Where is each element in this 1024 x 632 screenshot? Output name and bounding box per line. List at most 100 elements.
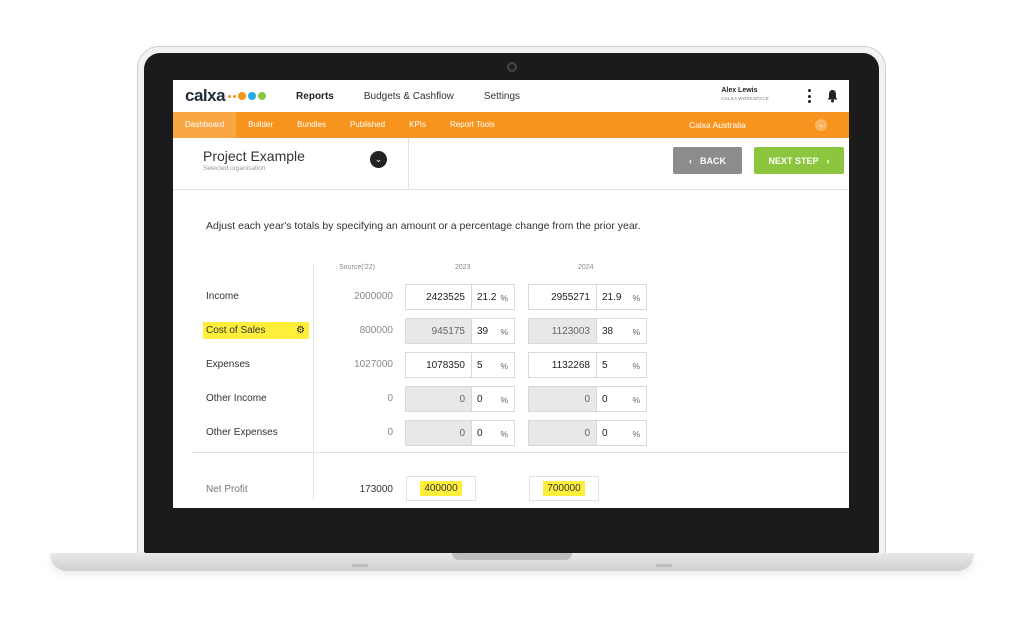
gear-icon[interactable]: ⚙ [296,325,305,336]
percent-input-2023[interactable]: 39% [472,318,515,344]
project-bar: Project Example Selected organisation ⌄ … [173,138,849,190]
laptop-notch [452,553,572,560]
logo-dots-icon [228,92,267,100]
subnav-report-tools[interactable]: Report Tools [438,112,507,138]
nav-settings[interactable]: Settings [484,91,520,102]
camera-icon [507,62,517,72]
more-menu-icon[interactable] [807,89,811,103]
amount-input-2023[interactable]: 0 [405,386,472,412]
amount-input-2023[interactable]: 1078350 [405,352,472,378]
percent-value: 21.9 [602,292,622,303]
calxa-logo[interactable]: calxa [185,86,267,106]
main-nav: Reports Budgets & Cashflow Settings [296,91,520,102]
sub-nav: Dashboard Builder Bundles Published KPIs… [173,112,849,138]
subnav-dashboard[interactable]: Dashboard [173,112,237,138]
header-2023: 2023 [455,264,471,271]
net-profit-2023: 400000 [406,476,476,501]
project-selector: Project Example Selected organisation ⌄ [173,138,409,189]
app-screen: calxa Reports Budgets & Cashflow Setting… [173,80,849,508]
percent-symbol: % [500,327,508,337]
percent-symbol: % [632,361,640,371]
source-value: 800000 [359,325,393,336]
percent-value: 0 [602,394,608,405]
header-2024: 2024 [578,264,594,271]
user-info[interactable]: Alex Lewis CALXA WORKSPACE [721,87,769,101]
source-value: 0 [387,427,393,438]
row-label-text: Cost of Sales [206,325,266,336]
source-value: 1027000 [354,359,393,370]
laptop-foot [656,564,672,567]
next-step-button[interactable]: NEXT STEP › [754,147,844,174]
row-label-income: Income [206,291,239,302]
next-label: NEXT STEP [768,155,819,166]
subnav-bundles[interactable]: Bundles [285,112,338,138]
percent-symbol: % [632,395,640,405]
bell-icon[interactable] [826,89,839,103]
forecast-table: Adjust each year's totals by specifying … [173,190,849,508]
header-source: Source('22) [339,264,375,271]
organisation-selector[interactable]: Calxa Australia [689,112,746,138]
percent-value: 0 [477,394,483,405]
net-profit-source: 173000 [359,484,393,495]
user-name: Alex Lewis [721,87,758,94]
percent-value: 39 [477,326,489,337]
source-value: 2000000 [354,291,393,302]
amount-input-2024[interactable]: 0 [528,386,597,412]
row-label-cost-of-sales[interactable]: Cost of Sales ⚙ [203,322,309,339]
amount-input-2024[interactable]: 2955271 [528,284,597,310]
percent-value: 21.2 [477,292,497,303]
subnav-published[interactable]: Published [338,112,397,138]
percent-input-2024[interactable]: 0% [597,386,647,412]
amount-input-2024[interactable]: 1123003 [528,318,597,344]
amount-input-2023[interactable]: 945175 [405,318,472,344]
logo-text: calxa [185,86,226,105]
back-button[interactable]: ‹ BACK [673,147,742,174]
percent-input-2024[interactable]: 5% [597,352,647,378]
amount-input-2023[interactable]: 2423525 [405,284,472,310]
nav-budgets-cashflow[interactable]: Budgets & Cashflow [364,91,454,102]
row-label-other-income: Other Income [206,393,267,404]
user-workspace: CALXA WORKSPACE [721,96,769,101]
percent-input-2024[interactable]: 0% [597,420,647,446]
percent-symbol: % [500,361,508,371]
percent-input-2023[interactable]: 0% [472,420,515,446]
row-label-other-expenses: Other Expenses [206,427,278,438]
chevron-right-icon: › [826,155,830,166]
percent-symbol: % [500,395,508,405]
percent-value: 0 [602,428,608,439]
percent-input-2024[interactable]: 38% [597,318,647,344]
percent-input-2024[interactable]: 21.9% [597,284,647,310]
amount-input-2024[interactable]: 1132268 [528,352,597,378]
net-profit-2024: 700000 [529,476,599,501]
subnav-kpis[interactable]: KPIs [397,112,438,138]
percent-value: 5 [602,360,608,371]
chevron-down-icon[interactable]: ⌄ [370,151,387,168]
net-profit-value: 400000 [420,481,462,496]
percent-symbol: % [632,327,640,337]
nav-reports[interactable]: Reports [296,91,334,102]
subnav-builder[interactable]: Builder [236,112,285,138]
percent-symbol: % [632,429,640,439]
instructions-text: Adjust each year's totals by specifying … [206,220,641,232]
percent-symbol: % [500,293,508,303]
percent-symbol: % [500,429,508,439]
laptop-foot [352,564,368,567]
percent-value: 0 [477,428,483,439]
net-profit-value: 700000 [543,481,585,496]
percent-input-2023[interactable]: 0% [472,386,515,412]
chevron-left-icon: ‹ [689,155,692,166]
chevron-down-icon[interactable]: ⌄ [815,119,827,131]
amount-input-2024[interactable]: 0 [528,420,597,446]
percent-input-2023[interactable]: 21.2% [472,284,515,310]
net-profit-label: Net Profit [206,484,248,495]
percent-value: 5 [477,360,483,371]
top-bar: calxa Reports Budgets & Cashflow Setting… [173,80,849,112]
row-label-expenses: Expenses [206,359,250,370]
percent-input-2023[interactable]: 5% [472,352,515,378]
back-label: BACK [700,155,726,166]
percent-value: 38 [602,326,614,337]
net-profit-divider [191,452,849,453]
source-value: 0 [387,393,393,404]
percent-symbol: % [632,293,640,303]
amount-input-2023[interactable]: 0 [405,420,472,446]
